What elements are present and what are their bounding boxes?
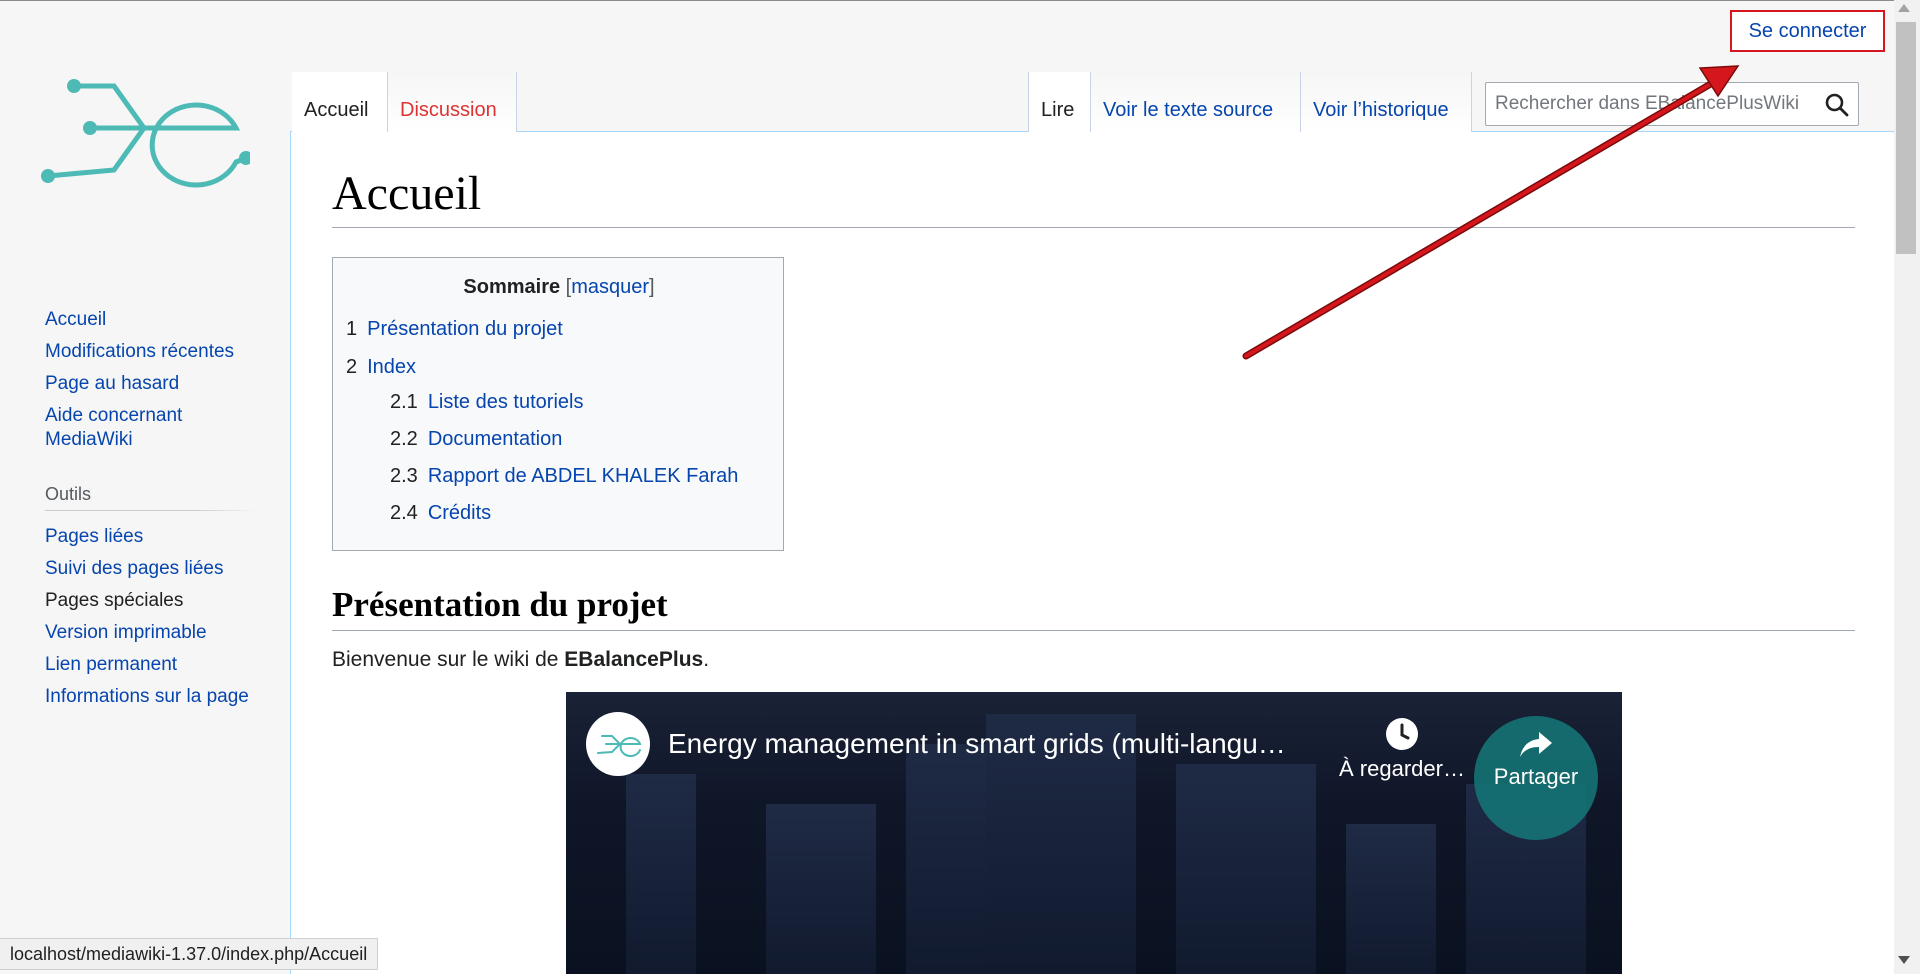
share-button[interactable]: Partager (1474, 716, 1598, 840)
welcome-end: . (703, 648, 710, 671)
sidebar-item-what-links-here[interactable]: Pages liées (45, 525, 285, 549)
toc-number: 2.1 (390, 391, 418, 413)
sidebar-tools-heading: Outils (45, 484, 257, 512)
sidebar-navigation: Accueil Modifications récentes Page au h… (45, 308, 285, 460)
page-title: Accueil (332, 167, 482, 220)
toc-link[interactable]: Documentation (428, 428, 563, 450)
toc-link[interactable]: Liste des tutoriels (428, 391, 584, 413)
toc-item[interactable]: 1 Présentation du projet (346, 318, 563, 341)
video-backdrop-building (626, 774, 696, 974)
sidebar-item-printable[interactable]: Version imprimable (45, 621, 285, 645)
toc-item[interactable]: 2.1 Liste des tutoriels (390, 391, 583, 414)
toc-item[interactable]: 2.4 Crédits (390, 502, 491, 525)
sidebar-item-label[interactable]: Informations sur la page (45, 686, 249, 707)
watch-later-label: À regarder… (1339, 756, 1465, 781)
search-box (1485, 82, 1859, 126)
tab-label[interactable]: Accueil (304, 99, 368, 122)
sidebar-item-label[interactable]: Version imprimable (45, 622, 207, 643)
clock-icon (1386, 718, 1418, 750)
toc-link[interactable]: Rapport de ABDEL KHALEK Farah (428, 465, 739, 487)
tab-label[interactable]: Voir l’historique (1313, 99, 1449, 122)
section-heading: Présentation du projet (332, 585, 668, 624)
toc-link[interactable]: Index (367, 356, 416, 378)
title-divider (332, 227, 1855, 228)
sidebar-item-permalink[interactable]: Lien permanent (45, 653, 285, 677)
table-of-contents: Sommaire [masquer] 1 Présentation du proj… (332, 257, 784, 551)
toc-header: Sommaire [masquer] (333, 276, 785, 299)
toc-link[interactable]: Crédits (428, 502, 491, 524)
channel-logo-icon (597, 735, 642, 757)
video-embed[interactable]: Energy management in smart grids (multi-… (566, 692, 1622, 974)
tab-label[interactable]: Discussion (400, 99, 497, 122)
site-name: EBalancePlus (564, 648, 704, 671)
sidebar-item-label[interactable]: Accueil (45, 309, 106, 330)
tab-accueil[interactable]: Accueil (292, 72, 387, 132)
watch-later-button[interactable]: À regarder… (1332, 716, 1472, 782)
tab-label[interactable]: Lire (1041, 99, 1074, 122)
toc-title: Sommaire (463, 276, 561, 298)
welcome-text: Bienvenue sur le wiki de (332, 648, 565, 671)
sidebar-item-accueil[interactable]: Accueil (45, 308, 285, 332)
toc-number: 2.2 (390, 428, 418, 450)
toc-item[interactable]: 2 Index (346, 356, 416, 379)
sidebar-item-label[interactable]: Modifications récentes (45, 341, 234, 362)
sidebar-item-related-changes[interactable]: Suivi des pages liées (45, 557, 285, 581)
toc-toggle-close: ] (649, 276, 655, 298)
tab-label[interactable]: Voir le texte source (1103, 99, 1273, 122)
window-top-border (0, 0, 1920, 1)
search-icon[interactable] (1824, 92, 1850, 118)
toc-item[interactable]: 2.2 Documentation (390, 428, 562, 451)
scrollbar-thumb[interactable] (1896, 22, 1916, 254)
toc-number: 1 (346, 318, 358, 340)
sidebar-item-label[interactable]: Aide concernant MediaWiki (45, 405, 182, 450)
toc-link[interactable]: Présentation du projet (367, 318, 563, 340)
tab-read[interactable]: Lire (1028, 72, 1090, 132)
section-divider (332, 630, 1855, 631)
video-backdrop-building (906, 744, 986, 974)
share-icon (1520, 732, 1552, 757)
sidebar-item-page-info[interactable]: Informations sur la page (45, 685, 285, 709)
video-backdrop-building (766, 804, 876, 974)
browser-status-url: localhost/mediawiki-1.37.0/index.php/Acc… (0, 938, 379, 970)
tab-history[interactable]: Voir l’historique (1300, 72, 1472, 132)
share-label: Partager (1493, 764, 1579, 789)
sidebar-item-random-page[interactable]: Page au hasard (45, 372, 285, 396)
scroll-down-arrow-icon[interactable] (1898, 956, 1910, 964)
tab-view-source[interactable]: Voir le texte source (1090, 72, 1300, 132)
site-logo[interactable] (40, 72, 250, 192)
sidebar-item-label[interactable]: Lien permanent (45, 654, 177, 675)
sidebar-tools: Pages liées Suivi des pages liées Pages … (45, 525, 285, 717)
sidebar-item-recent-changes[interactable]: Modifications récentes (45, 340, 285, 364)
sidebar-item-label[interactable]: Pages liées (45, 526, 143, 547)
sidebar-item-label[interactable]: Suivi des pages liées (45, 558, 224, 579)
sidebar-item-special-pages[interactable]: Pages spéciales (45, 589, 285, 613)
sidebar-item-help[interactable]: Aide concernant MediaWiki (45, 404, 215, 452)
welcome-paragraph: Bienvenue sur le wiki de EBalancePlus. (332, 648, 709, 672)
video-backdrop-building (1176, 764, 1316, 974)
tab-discussion[interactable]: Discussion (387, 72, 517, 132)
toc-number: 2.4 (390, 502, 418, 524)
sidebar-item-label[interactable]: Page au hasard (45, 373, 179, 394)
toc-toggle-link[interactable]: masquer (571, 276, 649, 298)
channel-avatar[interactable] (586, 712, 650, 776)
scroll-up-arrow-icon[interactable] (1898, 4, 1910, 12)
login-button[interactable]: Se connecter (1730, 10, 1885, 52)
video-backdrop-building (1346, 824, 1436, 974)
toc-number: 2.3 (390, 465, 418, 487)
sidebar-item-label[interactable]: Pages spéciales (45, 590, 183, 611)
search-input[interactable] (1486, 83, 1816, 125)
toc-item[interactable]: 2.3 Rapport de ABDEL KHALEK Farah (390, 465, 738, 488)
video-title[interactable]: Energy management in smart grids (multi-… (668, 728, 1286, 760)
toc-number: 2 (346, 356, 358, 378)
